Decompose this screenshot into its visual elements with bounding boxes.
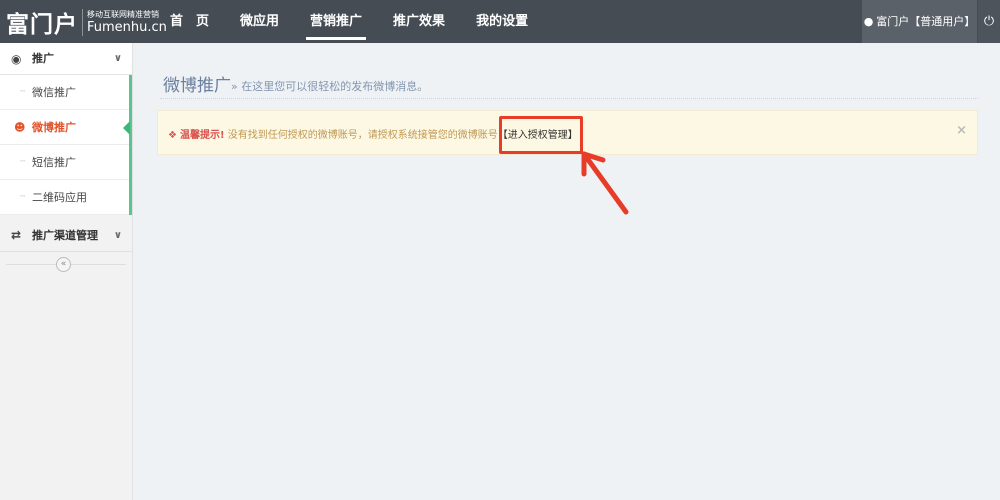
sidebar-item-wechat[interactable]: ┄ 微信推广 [0, 75, 129, 110]
logo-sub: 移动互联网精准营销 Fumenhu.cn [82, 8, 167, 36]
page-header: 微博推广 » 在这里您可以很轻松的发布微博消息。 [160, 68, 978, 99]
sidebar-item-label: 短信推广 [32, 156, 76, 169]
sidebar-item-qrcode[interactable]: ┄ 二维码应用 [0, 180, 129, 215]
logo-text: 富门户 [6, 12, 78, 38]
nav-item-marketing[interactable]: 营销推广 [300, 0, 372, 43]
dash-icon: ┄ [20, 157, 26, 167]
dash-icon: ┄ [20, 192, 26, 202]
nav-item-results[interactable]: 推广效果 [383, 0, 455, 43]
chevron-down-icon: ∨ [113, 53, 122, 64]
chevron-down-icon: ∨ [113, 230, 122, 241]
sidebar-item-sms[interactable]: ┄ 短信推广 [0, 145, 129, 180]
sidebar-item-label: 二维码应用 [32, 191, 87, 204]
sidebar-item-weibo[interactable]: ☻ 微博推广 [0, 110, 130, 145]
sidebar-collapse: « [0, 255, 132, 275]
user-icon: ● [863, 15, 874, 28]
annotation-arrow-icon [581, 151, 629, 215]
sidebar-group-label: 推广渠道管理 [32, 229, 98, 242]
dash-icon: ┄ [20, 87, 26, 97]
double-chevron-left-icon[interactable]: « [56, 257, 71, 272]
info-icon: ❖ [168, 130, 177, 141]
sidebar-item-label: 微信推广 [32, 86, 76, 99]
logo[interactable]: 富门户 移动互联网精准营销 Fumenhu.cn [6, 5, 167, 39]
logo-tagline: 移动互联网精准营销 [87, 9, 159, 19]
page-description: » 在这里您可以很轻松的发布微博消息。 [231, 80, 429, 93]
users-icon: ☻ [14, 121, 26, 134]
logo-domain: Fumenhu.cn [87, 19, 167, 35]
sidebar-item-label: 微博推广 [32, 121, 76, 134]
exchange-icon: ⇄ [11, 228, 22, 242]
alert-strong: 温馨提示! [179, 130, 225, 141]
close-icon[interactable]: × [956, 123, 967, 138]
nav-item-micro-apps[interactable]: 微应用 [230, 0, 289, 43]
user-menu[interactable]: ● 富门户【普通用户】 [862, 0, 977, 43]
nav-item-settings[interactable]: 我的设置 [466, 0, 538, 43]
power-icon[interactable]: ⏻ [978, 0, 1000, 43]
comments-icon: ◉ [11, 52, 22, 66]
top-navbar: 富门户 移动互联网精准营销 Fumenhu.cn 首 页 微应用 营销推广 推广… [0, 0, 1000, 43]
sidebar-submenu: ┄ 微信推广 ☻ 微博推广 ┄ 短信推广 ┄ 二维码应用 [0, 75, 132, 215]
user-label: 富门户【普通用户】 [876, 15, 976, 28]
alert-message: 没有找到任何授权的微博账号，请授权系统接管您的微博账号 [224, 130, 498, 141]
sidebar-group-channels[interactable]: ⇄ 推广渠道管理 ∨ [0, 219, 132, 252]
sidebar-group-promotion[interactable]: ◉ 推广 ∨ [0, 43, 132, 75]
active-pointer [123, 121, 130, 135]
page-title: 微博推广 [163, 76, 231, 96]
main-nav: 首 页 微应用 营销推广 推广效果 我的设置 [160, 0, 549, 43]
sidebar: ◉ 推广 ∨ ┄ 微信推广 ☻ 微博推广 ┄ 短信推广 ┄ 二维码应用 ⇄ 推广… [0, 43, 133, 500]
nav-item-home[interactable]: 首 页 [160, 0, 219, 43]
sidebar-group-label: 推广 [32, 52, 54, 65]
